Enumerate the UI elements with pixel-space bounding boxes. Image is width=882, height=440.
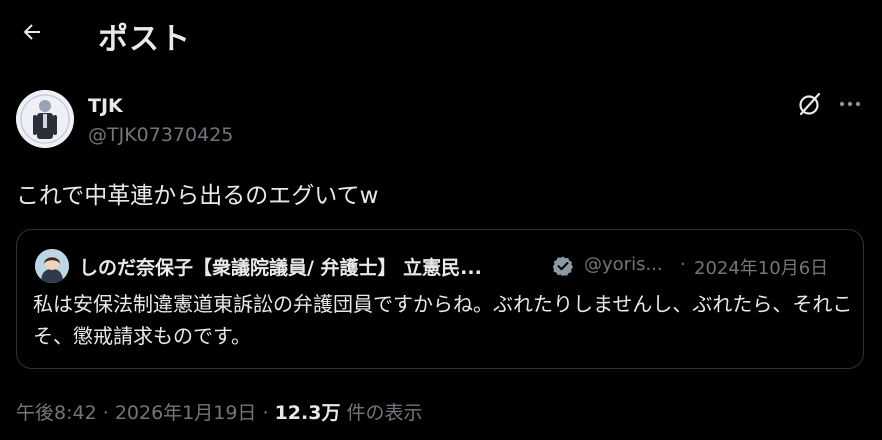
quoted-author-name: しのだ奈保子【衆議院議員/ 弁護士】 立憲民... [79, 257, 482, 279]
arrow-left-icon [23, 24, 40, 40]
separator-dot: · [262, 402, 269, 424]
quoted-author-handle: @yoris... [584, 254, 663, 275]
post-date[interactable]: 2026年1月19日 [115, 402, 257, 424]
page-title: ポスト [98, 22, 191, 57]
quoted-text: 私は安保法制違憲道東訴訟の弁護団員ですからね。ぶれたりしませんし、ぶれたら、それ… [33, 292, 853, 348]
quoted-date[interactable]: 2024年10月6日 [694, 254, 828, 280]
grok-icon [799, 92, 821, 116]
view-count[interactable]: 12.3万 [275, 402, 341, 424]
back-button[interactable] [12, 12, 52, 52]
post-time[interactable]: 午後8:42 [16, 402, 97, 424]
author-avatar[interactable] [16, 90, 74, 148]
quoted-author-avatar[interactable] [35, 249, 69, 283]
separator-dot: · [680, 254, 686, 275]
post-meta: 午後8:42 · 2026年1月19日 · 12.3万 件の表示 [16, 398, 423, 425]
author-handle[interactable]: @TJK07370425 [88, 124, 233, 146]
quoted-tweet[interactable]: しのだ奈保子【衆議院議員/ 弁護士】 立憲民... @yoris... · 20… [16, 229, 864, 369]
verified-badge-icon [552, 256, 574, 277]
page-header: ポスト [0, 0, 882, 64]
tweet-text: これで中革連から出るのエグいてw [16, 183, 379, 209]
grok-button[interactable] [796, 90, 824, 118]
separator-dot: · [102, 402, 109, 424]
author-name[interactable]: TJK [88, 95, 123, 117]
view-count-label: 件の表示 [346, 402, 423, 424]
more-icon [839, 101, 861, 107]
more-button[interactable] [834, 90, 866, 118]
